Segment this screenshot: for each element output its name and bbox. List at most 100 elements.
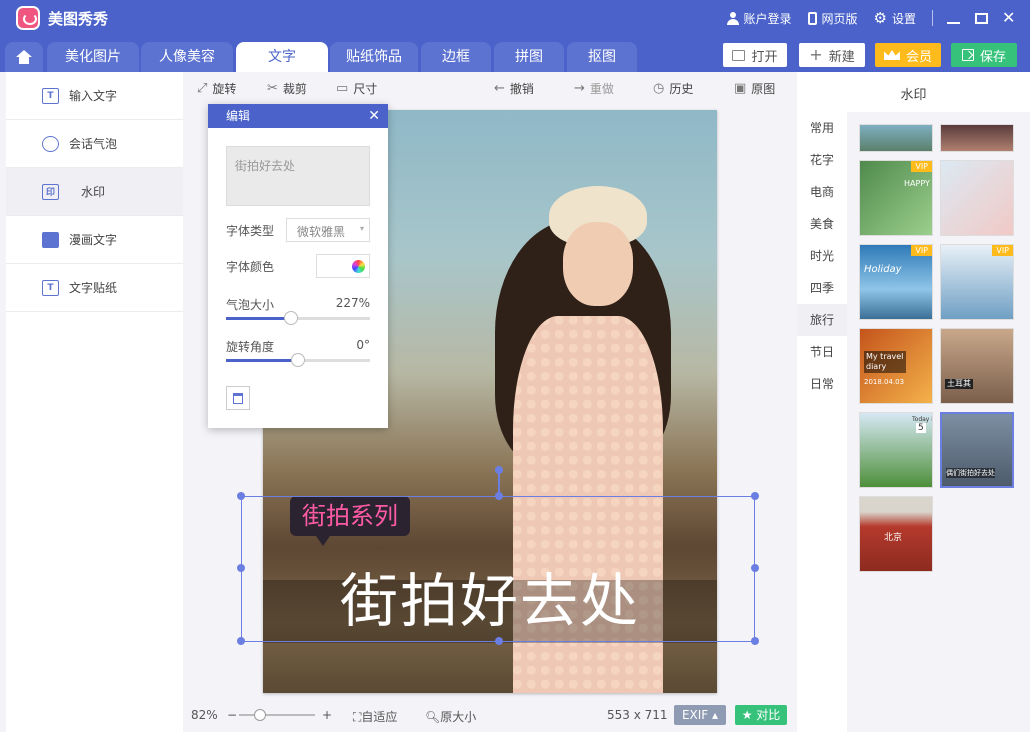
home-button[interactable] — [5, 42, 43, 72]
save-button[interactable]: 保存 — [951, 43, 1017, 67]
category-holiday[interactable]: 节日 — [797, 336, 847, 368]
watermark-thumb[interactable]: Today is 5 — [859, 412, 933, 488]
font-type-select[interactable]: 微软雅黑 — [286, 218, 370, 242]
vip-badge: VIP — [911, 245, 932, 256]
crown-icon — [883, 50, 900, 60]
resize-handle[interactable] — [751, 492, 759, 500]
exif-label: EXIF — [681, 708, 709, 722]
category-seasons[interactable]: 四季 — [797, 272, 847, 304]
delete-button[interactable] — [226, 386, 250, 410]
zoom-slider-knob[interactable] — [254, 709, 266, 721]
watermark-thumb[interactable]: VIP Holiday — [859, 244, 933, 320]
rotate-handle[interactable] — [495, 466, 503, 474]
resize-handle[interactable] — [751, 637, 759, 645]
slider-knob[interactable] — [291, 353, 305, 367]
original-button[interactable]: ▣ 原图 — [734, 80, 775, 97]
tab-cutout[interactable]: 抠图 — [567, 42, 637, 72]
watermark-thumb[interactable]: 土耳其 — [940, 328, 1014, 404]
compare-icon: ★ — [741, 708, 753, 722]
watermark-thumb[interactable] — [940, 124, 1014, 152]
watermark-thumb[interactable]: VIP HAPPY WORLD — [859, 160, 933, 236]
phone-icon — [807, 11, 817, 25]
new-button[interactable]: + 新建 — [799, 43, 865, 67]
resize-handle[interactable] — [237, 637, 245, 645]
crop-button[interactable]: ✂ 裁剪 — [267, 80, 307, 97]
crop-label: 裁剪 — [282, 82, 307, 96]
zoom-slider[interactable] — [239, 714, 315, 716]
save-icon — [961, 49, 974, 61]
resize-handle[interactable] — [237, 492, 245, 500]
edit-panel-header[interactable]: 编辑 ✕ — [208, 104, 388, 128]
resize-handle[interactable] — [237, 564, 245, 572]
redo-button[interactable]: → 重做 — [574, 80, 614, 97]
fit-button[interactable]: ⛶自适应 — [353, 708, 397, 725]
user-icon — [726, 11, 739, 25]
exif-button[interactable]: EXIF ▴ — [674, 705, 726, 725]
tab-portrait[interactable]: 人像美容 — [141, 42, 233, 72]
open-button[interactable]: 打开 — [723, 43, 787, 67]
category-fancy-text[interactable]: 花字 — [797, 144, 847, 176]
undo-icon: ← — [494, 81, 505, 96]
resize-handle[interactable] — [495, 492, 503, 500]
app-name: 美图秀秀 — [48, 10, 109, 28]
compare-button[interactable]: ★ 对比 — [735, 705, 787, 725]
watermark-thumb[interactable]: VIP — [940, 244, 1014, 320]
menu-watermark[interactable]: 印 水印 — [6, 168, 183, 216]
original-label: 原图 — [751, 82, 776, 96]
undo-label: 撤销 — [509, 82, 534, 96]
bubble-size-slider[interactable] — [226, 311, 370, 325]
close-window-button[interactable]: ✕ — [1002, 10, 1016, 26]
tab-collage[interactable]: 拼图 — [494, 42, 564, 72]
menu-comic-text[interactable]: 漫画文字 — [6, 216, 183, 264]
category-daily[interactable]: 日常 — [797, 368, 847, 400]
status-bar: 82% − + ⛶自适应 🔍︎原大小 553 x 711 EXIF ▴ ★ 对比 — [183, 700, 797, 732]
slider-knob[interactable] — [283, 311, 298, 325]
minimize-button[interactable] — [947, 11, 961, 25]
redo-label: 重做 — [589, 82, 614, 96]
resize-handle[interactable] — [495, 637, 503, 645]
category-food[interactable]: 美食 — [797, 208, 847, 240]
thumb-caption: 北京 — [884, 533, 903, 543]
rotate-button[interactable]: ⤢ 旋转 — [197, 80, 236, 97]
tab-beautify[interactable]: 美化图片 — [47, 42, 139, 72]
watermark-thumb[interactable]: My travel diary 2018.04.03 — [859, 328, 933, 404]
watermark-selection-box[interactable] — [241, 496, 755, 642]
undo-button[interactable]: ← 撤销 — [494, 80, 534, 97]
menu-speech-bubble[interactable]: 会话气泡 — [6, 120, 183, 168]
settings-button[interactable]: ⚙ 设置 — [874, 10, 916, 27]
history-button[interactable]: ◷ 历史 — [653, 80, 693, 97]
tab-frames[interactable]: 边框 — [421, 42, 491, 72]
menu-input-text[interactable]: T 输入文字 — [6, 72, 183, 120]
rotate-label: 旋转 — [212, 82, 237, 96]
rotate-angle-slider[interactable] — [226, 353, 370, 367]
original-size-button[interactable]: 🔍︎原大小 — [425, 708, 476, 725]
category-time[interactable]: 时光 — [797, 240, 847, 272]
watermark-thumb[interactable]: 北京 — [859, 496, 933, 572]
zoom-in-button[interactable]: + — [322, 708, 332, 722]
tab-stickers[interactable]: 贴纸饰品 — [330, 42, 418, 72]
close-icon[interactable]: ✕ — [368, 104, 380, 128]
rotate-angle-value: 0° — [356, 338, 370, 352]
maximize-button[interactable] — [975, 12, 988, 24]
zoom-out-button[interactable]: − — [227, 708, 237, 722]
tab-bar: 美化图片 人像美容 文字 贴纸饰品 边框 拼图 抠图 打开 + 新建 会员 保存 — [0, 36, 1030, 72]
category-travel[interactable]: 旅行 — [797, 304, 847, 336]
rotate-angle-label: 旋转角度 — [226, 340, 275, 354]
settings-label: 设置 — [891, 11, 916, 26]
web-version-button[interactable]: 网页版 — [807, 10, 858, 27]
watermark-thumb[interactable] — [940, 160, 1014, 236]
size-button[interactable]: ▭ 尺寸 — [336, 80, 377, 97]
category-ecommerce[interactable]: 电商 — [797, 176, 847, 208]
speech-bubble-icon — [42, 135, 59, 152]
tab-text[interactable]: 文字 — [236, 42, 328, 72]
login-button[interactable]: 账户登录 — [726, 10, 792, 27]
watermark-thumb-selected[interactable]: 偶们街拍好去处 — [940, 412, 1014, 488]
menu-text-sticker[interactable]: T 文字贴纸 — [6, 264, 183, 312]
category-common[interactable]: 常用 — [797, 112, 847, 144]
resize-handle[interactable] — [751, 564, 759, 572]
watermark-thumb[interactable] — [859, 124, 933, 152]
vip-button[interactable]: 会员 — [875, 43, 941, 67]
font-color-picker[interactable] — [316, 254, 370, 278]
vip-badge: VIP — [911, 161, 932, 172]
text-input[interactable]: 街拍好去处 — [226, 146, 370, 206]
